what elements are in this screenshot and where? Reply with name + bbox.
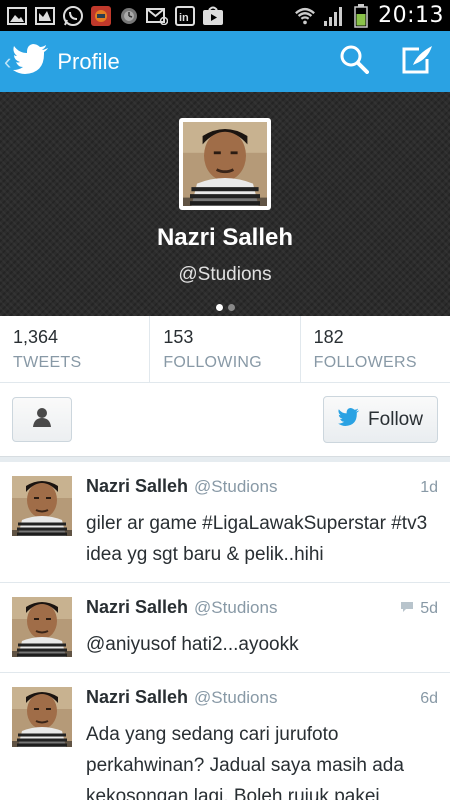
- stat-following[interactable]: 153 FOLLOWING: [150, 316, 301, 382]
- up-navigation-button[interactable]: ‹ Profile: [0, 31, 120, 92]
- profile-header[interactable]: Nazri Salleh @Studions: [0, 92, 450, 316]
- play-store-icon: [202, 5, 224, 27]
- follow-label: Follow: [368, 408, 423, 430]
- stat-followers[interactable]: 182 FOLLOWERS: [301, 316, 450, 382]
- clock-app-icon: [118, 5, 140, 27]
- status-time: 20:13: [378, 3, 444, 28]
- notification-icons: in: [6, 5, 224, 27]
- action-bar: ‹ Profile: [0, 31, 450, 92]
- profile-actions: Follow: [0, 383, 450, 456]
- tweet-time: 6d: [420, 690, 438, 707]
- tweet-item[interactable]: Nazri Salleh @Studions 5d @aniyusof hati…: [0, 583, 450, 673]
- profile-name: Nazri Salleh: [156, 224, 294, 251]
- tweet-text: giler ar game #LigaLawakSuperstar #tv3 i…: [86, 513, 428, 565]
- stat-tweets[interactable]: 1,364 TWEETS: [0, 316, 151, 382]
- tweet-author-name: Nazri Salleh: [86, 597, 189, 617]
- whatsapp-icon: [62, 5, 84, 27]
- person-icon: [32, 407, 52, 432]
- profile-avatar[interactable]: [179, 118, 271, 210]
- tweet-avatar[interactable]: [12, 687, 72, 747]
- email-icon: [146, 5, 168, 27]
- search-button[interactable]: [322, 31, 386, 92]
- svg-text:in: in: [179, 12, 189, 24]
- tweet-list: Nazri Salleh @Studions 1d giler ar game …: [0, 462, 450, 800]
- wifi-icon: [294, 5, 316, 27]
- tweet-author-handle: @Studions: [194, 688, 278, 707]
- search-icon: [339, 44, 369, 79]
- tweet-item[interactable]: Nazri Salleh @Studions 6d Ada yang sedan…: [0, 673, 450, 800]
- user-menu-button[interactable]: [12, 397, 72, 442]
- tweet-avatar[interactable]: [12, 476, 72, 536]
- page-indicator: [215, 304, 235, 311]
- tweet-author-name: Nazri Salleh: [86, 687, 189, 707]
- page-dot-1: [215, 304, 223, 311]
- compose-icon: [401, 44, 435, 79]
- twitter-bird-icon: [13, 44, 49, 79]
- stat-label: TWEETS: [13, 354, 82, 371]
- tweet-avatar[interactable]: [12, 597, 72, 657]
- stat-value: 182: [313, 327, 344, 347]
- tweet-author-handle: @Studions: [194, 598, 278, 617]
- twitter-bird-icon: [338, 408, 360, 431]
- stat-value: 153: [163, 327, 194, 347]
- conversation-icon: [400, 600, 414, 618]
- compose-tweet-button[interactable]: [386, 31, 450, 92]
- battery-icon: [350, 3, 372, 28]
- tweet-text: Ada yang sedang cari jurufoto perkahwina…: [86, 724, 404, 800]
- profile-stats: 1,364 TWEETS 153 FOLLOWING 182 FOLLOWERS: [0, 316, 450, 383]
- follow-button[interactable]: Follow: [323, 396, 438, 443]
- game-app-icon: [90, 5, 112, 27]
- status-bar: in 20:13: [0, 0, 450, 31]
- linkedin-icon: in: [174, 5, 196, 27]
- page-title: Profile: [57, 48, 120, 74]
- page-dot-2: [227, 304, 235, 311]
- stat-value: 1,364: [13, 327, 59, 347]
- signal-icon: [322, 5, 344, 27]
- stat-label: FOLLOWING: [163, 354, 263, 371]
- stat-label: FOLLOWERS: [313, 354, 417, 371]
- tweet-text: @aniyusof hati2...ayookk: [86, 634, 299, 655]
- tweet-time: 1d: [420, 479, 438, 496]
- tweet-item[interactable]: Nazri Salleh @Studions 1d giler ar game …: [0, 462, 450, 583]
- gallery-icon: [6, 5, 28, 27]
- photo-icon: [34, 5, 56, 27]
- tweet-author-handle: @Studions: [194, 477, 278, 496]
- chevron-left-icon: ‹: [4, 48, 12, 74]
- tweet-author-name: Nazri Salleh: [86, 476, 189, 496]
- profile-handle: @Studions: [178, 264, 272, 285]
- tweet-time: 5d: [420, 600, 438, 617]
